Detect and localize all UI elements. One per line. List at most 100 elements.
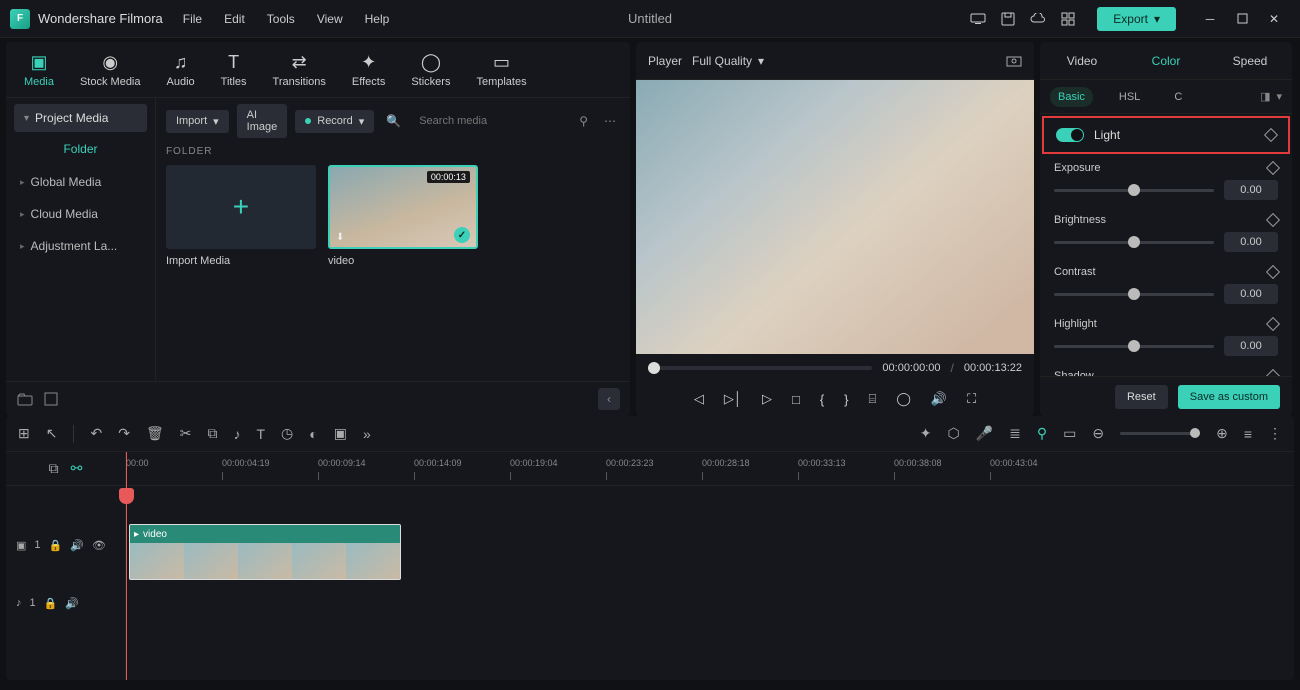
mute-icon[interactable]: 🔊 <box>70 539 84 552</box>
mark-in-icon[interactable]: { <box>820 392 824 407</box>
apps-icon[interactable] <box>1059 10 1077 28</box>
fullscreen-icon[interactable]: ⛶ <box>967 391 976 407</box>
slider-track[interactable] <box>1054 241 1214 244</box>
minimize-button[interactable]: ─ <box>1198 7 1222 31</box>
slider-value[interactable]: 0.00 <box>1224 232 1278 252</box>
eye-icon[interactable]: 👁 <box>92 539 106 552</box>
mask-icon[interactable]: ▣ <box>334 425 347 442</box>
tab-titles[interactable]: TTitles <box>221 52 247 88</box>
import-media-card[interactable]: + Import Media <box>166 165 316 267</box>
list-icon[interactable]: ≡ <box>1244 426 1252 442</box>
slider-knob[interactable] <box>1128 236 1140 248</box>
stop-icon[interactable]: □ <box>792 392 800 407</box>
save-icon[interactable] <box>999 10 1017 28</box>
quality-dropdown[interactable]: Full Quality ▾ <box>692 54 764 68</box>
slider-knob[interactable] <box>1128 184 1140 196</box>
light-toggle[interactable] <box>1056 128 1084 142</box>
lock-icon[interactable]: 🔒 <box>44 597 58 610</box>
menu-edit[interactable]: Edit <box>224 12 245 26</box>
project-media-button[interactable]: ▾Project Media <box>14 104 147 132</box>
new-bin-icon[interactable] <box>42 390 60 408</box>
timeline-ruler[interactable]: 00:0000:00:04:1900:00:09:1400:00:14:0900… <box>126 452 1294 485</box>
slider-knob[interactable] <box>1128 288 1140 300</box>
mixer-icon[interactable]: ≣ <box>1009 425 1021 442</box>
tab-media[interactable]: ▣Media <box>24 52 54 88</box>
sidebar-item-cloud[interactable]: ▸Cloud Media <box>14 198 147 230</box>
undo-icon[interactable]: ↶ <box>90 425 102 442</box>
cut-icon[interactable]: ✂ <box>180 425 192 442</box>
camera-icon[interactable]: ◯ <box>896 391 911 407</box>
timeline-clip[interactable]: ▸video <box>129 524 401 580</box>
scrub-knob[interactable] <box>648 362 660 374</box>
settings-icon[interactable]: ⋮ <box>1268 425 1282 442</box>
slider-track[interactable] <box>1054 293 1214 296</box>
crop-icon[interactable]: ⧉ <box>207 425 217 442</box>
apps-grid-icon[interactable]: ⊞ <box>18 425 30 442</box>
video-clip-card[interactable]: 00:00:13 ⬇ ✓ video <box>328 165 478 267</box>
subtab-hsl[interactable]: HSL <box>1111 87 1148 107</box>
pointer-icon[interactable]: ↖ <box>46 425 58 442</box>
search-input[interactable] <box>413 111 567 131</box>
tab-audio[interactable]: ♫Audio <box>167 52 195 88</box>
snapshot-icon[interactable] <box>1006 54 1022 67</box>
tab-stickers[interactable]: ◯Stickers <box>411 52 450 88</box>
tab-effects[interactable]: ✦Effects <box>352 52 385 88</box>
slider-value[interactable]: 0.00 <box>1224 284 1278 304</box>
color-icon[interactable]: ◐ <box>309 426 317 442</box>
text-icon[interactable]: T <box>256 426 265 442</box>
slider-track[interactable] <box>1054 345 1214 348</box>
filter-icon[interactable]: ⚲ <box>575 114 592 128</box>
record-button[interactable]: Record▾ <box>295 110 374 133</box>
music-icon[interactable]: ♪ <box>233 426 240 442</box>
mark-out-icon[interactable]: } <box>844 392 848 407</box>
more-tools-icon[interactable]: » <box>363 426 371 442</box>
slider-value[interactable]: 0.00 <box>1224 336 1278 356</box>
zoom-out-icon[interactable]: ⊖ <box>1092 425 1104 442</box>
lock-icon[interactable]: 🔒 <box>49 539 63 552</box>
chevron-down-icon[interactable]: ▾ <box>1276 90 1282 103</box>
delete-icon[interactable]: 🗑 <box>146 425 164 442</box>
reset-button[interactable]: Reset <box>1115 385 1168 409</box>
keyframe-icon[interactable] <box>1266 265 1280 279</box>
slider-track[interactable] <box>1054 189 1214 192</box>
maximize-button[interactable] <box>1230 7 1254 31</box>
prev-frame-icon[interactable]: ◁ <box>694 391 704 407</box>
menu-file[interactable]: File <box>183 12 202 26</box>
subtab-c[interactable]: C <box>1166 87 1190 107</box>
collapse-icon[interactable]: ‹ <box>598 388 620 410</box>
export-button[interactable]: Export▾ <box>1097 7 1176 31</box>
menu-tools[interactable]: Tools <box>267 12 295 26</box>
zoom-slider[interactable] <box>1120 432 1200 435</box>
volume-icon[interactable]: 🔊 <box>931 391 947 407</box>
preview-viewport[interactable] <box>636 80 1034 354</box>
slider-knob[interactable] <box>1128 340 1140 352</box>
marker-tool-icon[interactable]: ✦ <box>920 425 932 442</box>
tab-templates[interactable]: ▭Templates <box>476 52 526 88</box>
shield-icon[interactable]: ⬡ <box>947 425 959 442</box>
folder-link[interactable]: Folder <box>14 132 147 166</box>
frame-icon[interactable]: ▭ <box>1063 425 1076 442</box>
close-button[interactable]: ✕ <box>1262 7 1286 31</box>
keyframe-icon[interactable] <box>1266 317 1280 331</box>
menu-view[interactable]: View <box>317 12 343 26</box>
keyframe-icon[interactable] <box>1266 369 1280 376</box>
play-in-icon[interactable]: ▷│ <box>724 391 742 407</box>
keyframe-icon[interactable] <box>1266 161 1280 175</box>
new-folder-icon[interactable] <box>16 390 34 408</box>
playhead[interactable] <box>126 452 127 680</box>
mic-icon[interactable]: 🎤 <box>976 425 993 442</box>
zoom-in-icon[interactable]: ⊕ <box>1216 425 1228 442</box>
display-icon[interactable]: ⌸ <box>869 391 877 407</box>
menu-help[interactable]: Help <box>365 12 390 26</box>
keyframe-icon[interactable] <box>1266 213 1280 227</box>
slider-value[interactable]: 0.00 <box>1224 180 1278 200</box>
save-custom-button[interactable]: Save as custom <box>1178 385 1280 409</box>
tab-transitions[interactable]: ⇄Transitions <box>273 52 326 88</box>
tab-speed[interactable]: Speed <box>1208 44 1292 78</box>
speed-icon[interactable]: ◷ <box>281 425 293 442</box>
compare-icon[interactable]: ◨ <box>1260 90 1270 103</box>
track-settings-icon[interactable]: ⧉ <box>49 460 59 477</box>
device-icon[interactable] <box>969 10 987 28</box>
ai-image-button[interactable]: AI Image <box>237 104 288 138</box>
tab-color[interactable]: Color <box>1124 44 1208 78</box>
